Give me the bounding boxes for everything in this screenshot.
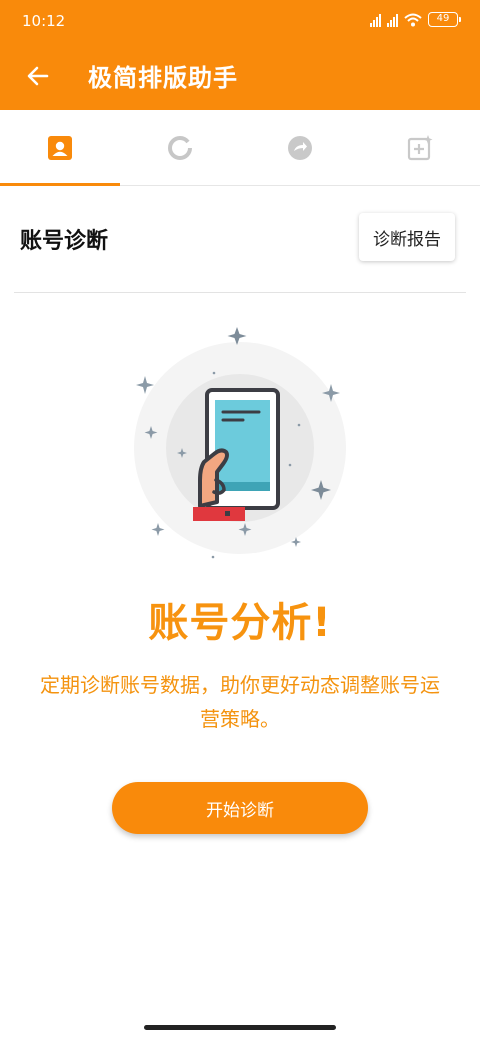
diagnosis-report-button[interactable]: 诊断报告: [359, 213, 455, 261]
description: 定期诊断账号数据，助你更好动态调整账号运营策略。: [40, 673, 440, 731]
signal-hd-icon: [387, 13, 398, 27]
tab-indicator: [0, 183, 120, 186]
tab-progress[interactable]: [120, 110, 240, 186]
app-bar: 极简排版助手: [0, 44, 480, 110]
tab-add-content[interactable]: [360, 110, 480, 186]
section-title: 账号诊断: [20, 229, 109, 254]
battery-icon: 49: [428, 12, 461, 27]
status-icons: 49: [370, 12, 461, 27]
status-bar: 10:12 49: [0, 0, 480, 44]
page-title: 极简排版助手: [88, 64, 238, 92]
tab-account-diagnosis[interactable]: [0, 110, 120, 186]
signal-hd-icon: [370, 13, 381, 27]
tab-bar: [0, 110, 480, 186]
loading-ring-icon: [168, 136, 192, 160]
add-square-sparkle-icon: [407, 135, 433, 161]
phone-in-hand-illustration: [134, 327, 346, 559]
account-card-icon: [48, 136, 72, 160]
wifi-icon: [404, 13, 422, 26]
back-button[interactable]: [18, 56, 58, 96]
status-time: 10:12: [22, 12, 66, 30]
share-arrow-circle-icon: [288, 136, 312, 160]
home-indicator[interactable]: [144, 1025, 336, 1030]
headline: 账号分析!: [148, 600, 332, 646]
arrow-left-icon: [27, 66, 49, 86]
divider: [14, 292, 466, 293]
start-diagnosis-button[interactable]: 开始诊断: [112, 782, 368, 834]
tab-share[interactable]: [240, 110, 360, 186]
